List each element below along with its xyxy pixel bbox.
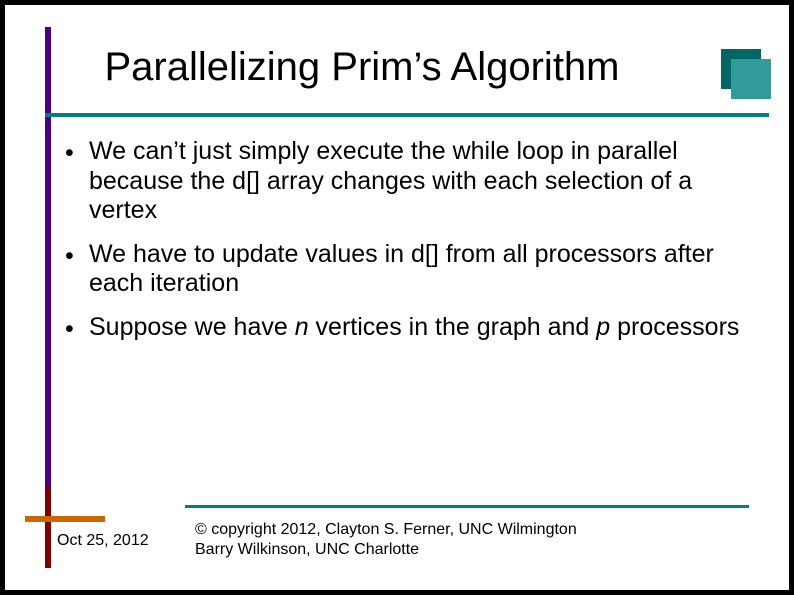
- left-vertical-bar: [45, 27, 51, 507]
- bullet-text-part: vertices in the graph and: [309, 313, 597, 341]
- corner-square-front: [731, 59, 771, 99]
- bullet-text-part: processors: [610, 313, 739, 341]
- bullet-text: Suppose we have n vertices in the graph …: [89, 313, 749, 345]
- bullet-item: • We can’t just simply execute the while…: [65, 137, 749, 226]
- bullet-text: We can’t just simply execute the while l…: [89, 137, 749, 226]
- corner-decoration: [721, 49, 769, 97]
- bullet-text-em: p: [596, 313, 610, 341]
- bullet-text-em: n: [295, 313, 309, 341]
- slide: Parallelizing Prim’s Algorithm • We can’…: [5, 5, 789, 590]
- bullet-dot: •: [65, 137, 89, 226]
- copyright-line: Barry Wilkinson, UNC Charlotte: [195, 540, 749, 560]
- bullet-item: • Suppose we have n vertices in the grap…: [65, 313, 749, 345]
- footer-cross-horizontal: [25, 516, 105, 522]
- copyright-line: © copyright 2012, Clayton S. Ferner, UNC…: [195, 520, 749, 540]
- bullet-text-part: Suppose we have: [89, 313, 295, 341]
- bullet-dot: •: [65, 313, 89, 345]
- slide-body: • We can’t just simply execute the while…: [65, 137, 749, 358]
- title-underline: [45, 113, 769, 117]
- bullet-dot: •: [65, 240, 89, 299]
- footer-divider: [185, 505, 749, 508]
- footer-cross-vertical: [45, 488, 51, 568]
- copyright: © copyright 2012, Clayton S. Ferner, UNC…: [195, 520, 749, 560]
- slide-date: Oct 25, 2012: [57, 532, 149, 550]
- bullet-text: We have to update values in d[] from all…: [89, 240, 749, 299]
- bullet-item: • We have to update values in d[] from a…: [65, 240, 749, 299]
- slide-title: Parallelizing Prim’s Algorithm: [5, 45, 719, 90]
